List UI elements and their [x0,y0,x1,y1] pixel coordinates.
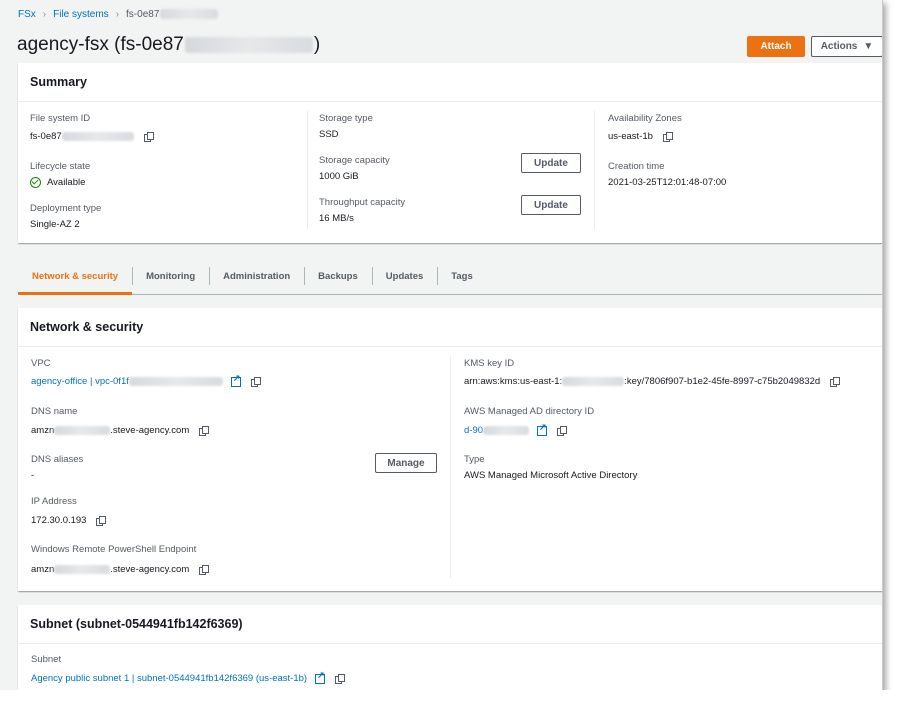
ip-address-value: 172.30.0.193 [31,515,107,526]
subnet-value: Agency public subnet 1 | subnet-0544941f… [31,670,346,684]
deployment-label: Deployment type [30,203,102,214]
tab-backups[interactable]: Backups [304,258,372,294]
tab-administration[interactable]: Administration [209,258,304,294]
storage-type-label: Storage type [319,113,373,124]
tab-updates[interactable]: Updates [371,258,437,294]
summary-panel: Summary File system ID fs-0e87 Lifecycle… [18,63,882,243]
dns-aliases-value: - [31,470,35,481]
vpc-label: VPC [31,358,51,369]
az-value: us-east-1b [608,131,673,142]
detail-tabs: Network & security Monitoring Administra… [18,258,882,295]
ip-address-label: IP Address [31,496,77,507]
external-link-icon[interactable] [315,670,326,684]
chevron-right-icon: › [42,9,47,20]
creation-time-label: Creation time [608,161,665,172]
tab-monitoring[interactable]: Monitoring [132,258,209,294]
storage-capacity-label: Storage capacity [319,155,390,166]
ad-directory-value: d-90 [464,422,568,436]
vpc-link[interactable]: agency-office | vpc-0f1f [31,376,129,387]
caret-down-icon: ▼ [863,41,874,52]
lifecycle-value: Available [30,177,85,188]
page-title: agency-fsx (fs-0e87 ) [17,34,321,55]
console-window: FSx › File systems › fs-0e87 agency-fsx … [0,0,883,712]
kms-key-value: arn:aws:kms:us-east-1::key/7806f907-b1e2… [464,376,841,387]
update-storage-button[interactable]: Update [521,153,581,173]
torn-edge [0,690,910,725]
breadcrumb-fsx[interactable]: FSx [18,9,36,20]
throughput-label: Throughput capacity [319,197,406,208]
copy-icon[interactable] [250,377,261,387]
dns-name-label: DNS name [31,406,78,417]
powershell-endpoint-value: amzn .steve-agency.com [31,564,210,575]
throughput-value: 16 MB/s [319,213,354,224]
copy-icon[interactable] [199,426,210,436]
creation-time-value: 2021-03-25T12:01:48-07:00 [608,177,727,188]
copy-icon[interactable] [143,132,154,142]
type-label: Type [464,454,485,465]
network-security-panel: Network & security VPC agency-office | v… [18,308,882,591]
storage-type-value: SSD [319,129,339,140]
chevron-right-icon: › [115,9,120,20]
powershell-endpoint-label: Windows Remote PowerShell Endpoint [31,544,197,555]
subnet-link[interactable]: Agency public subnet 1 | subnet-0544941f… [31,673,307,684]
tab-tags[interactable]: Tags [437,258,486,294]
file-system-id-value: fs-0e87 [30,131,154,142]
az-label: Availability Zones [608,113,682,124]
ad-directory-label: AWS Managed AD directory ID [464,406,595,417]
breadcrumb-file-systems[interactable]: File systems [53,9,109,20]
manage-aliases-button[interactable]: Manage [375,453,437,473]
column-divider [450,356,451,578]
type-value: AWS Managed Microsoft Active Directory [464,470,638,481]
file-system-id-label: File system ID [30,113,91,124]
subnet-heading: Subnet (subnet-0544941fb142f6369) [18,605,882,644]
column-divider [307,111,308,229]
lifecycle-label: Lifecycle state [30,161,91,172]
update-throughput-button[interactable]: Update [521,195,581,215]
copy-icon[interactable] [335,674,346,684]
actions-label: Actions [820,41,858,52]
status-ok-icon [30,177,41,188]
ad-directory-link[interactable]: d-90 [464,425,483,436]
copy-icon[interactable] [830,377,841,387]
external-link-icon[interactable] [230,373,241,387]
column-divider [594,111,595,229]
copy-icon[interactable] [662,132,673,142]
network-security-heading: Network & security [18,308,882,347]
external-link-icon[interactable] [537,422,548,436]
actions-dropdown[interactable]: Actions ▼ [811,36,882,57]
breadcrumb-current: fs-0e87 [126,9,219,20]
dns-aliases-label: DNS aliases [31,454,84,465]
copy-icon[interactable] [557,426,568,436]
subnet-label: Subnet [31,654,62,665]
deployment-value: Single-AZ 2 [30,219,80,230]
summary-heading: Summary [18,63,882,102]
copy-icon[interactable] [199,565,210,575]
dns-name-value: amzn .steve-agency.com [31,425,210,436]
tab-network-security[interactable]: Network & security [18,258,133,295]
copy-icon[interactable] [96,516,107,526]
breadcrumb: FSx › File systems › fs-0e87 [18,9,219,20]
storage-capacity-value: 1000 GiB [319,171,359,182]
vpc-value: agency-office | vpc-0f1f [31,373,261,387]
kms-key-label: KMS key ID [464,358,515,369]
attach-button[interactable]: Attach [747,36,805,57]
